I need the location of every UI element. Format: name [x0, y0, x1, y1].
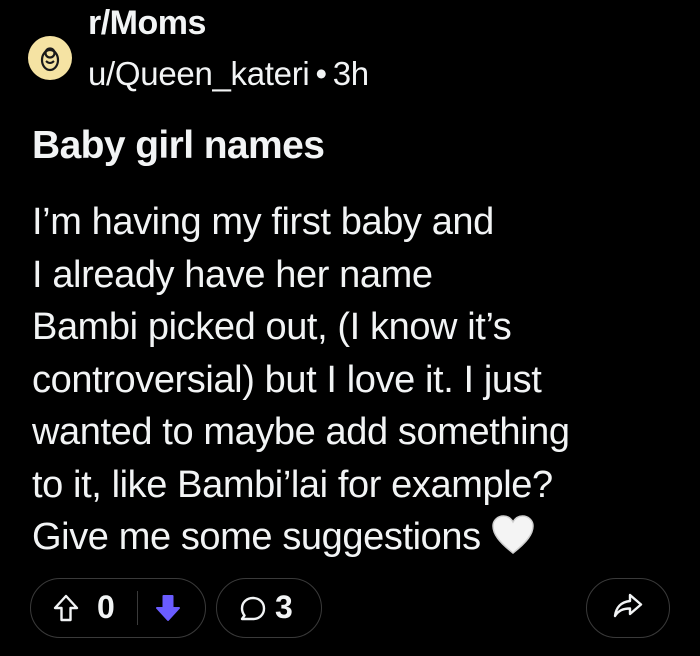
white-heart-emoji: [491, 515, 535, 570]
downvote-arrow-icon[interactable]: [155, 594, 181, 627]
share-button[interactable]: [586, 578, 670, 638]
post-meta: u/Queen_kateri • 3h: [88, 55, 369, 93]
post-body-line: to it, like Bambi’lai for example?: [32, 463, 553, 506]
comments-button[interactable]: 3: [216, 578, 322, 638]
vote-count: 0: [97, 589, 115, 625]
subreddit-name[interactable]: r/Moms: [88, 4, 206, 43]
upvote-arrow-icon[interactable]: [53, 594, 79, 627]
comment-bubble-icon: [239, 595, 267, 628]
post-body-line: I’m having my first baby and: [32, 201, 494, 243]
post-title[interactable]: Baby girl names: [32, 124, 325, 168]
post-body-line: wanted to maybe add something: [32, 411, 570, 453]
vote-divider: [137, 591, 138, 625]
share-arrow-icon: [613, 593, 643, 624]
post-body-line-text: Give me some suggestions: [32, 516, 481, 558]
subreddit-avatar-icon[interactable]: [28, 36, 72, 80]
post-body-line: I already have her name: [32, 253, 433, 296]
post-body-line: controversial) but I love it. I just: [32, 358, 542, 401]
vote-bar: 0: [30, 578, 206, 638]
comment-count: 3: [275, 589, 293, 625]
post-body-line: Bambi picked out, (I know it’s: [32, 306, 512, 348]
meta-separator: •: [315, 55, 327, 92]
post-body: I’m having my first baby and I already h…: [32, 196, 692, 570]
post-time: 3h: [332, 55, 369, 92]
author-link[interactable]: u/Queen_kateri: [88, 55, 310, 92]
post-body-line-last: Give me some suggestions: [32, 511, 692, 570]
